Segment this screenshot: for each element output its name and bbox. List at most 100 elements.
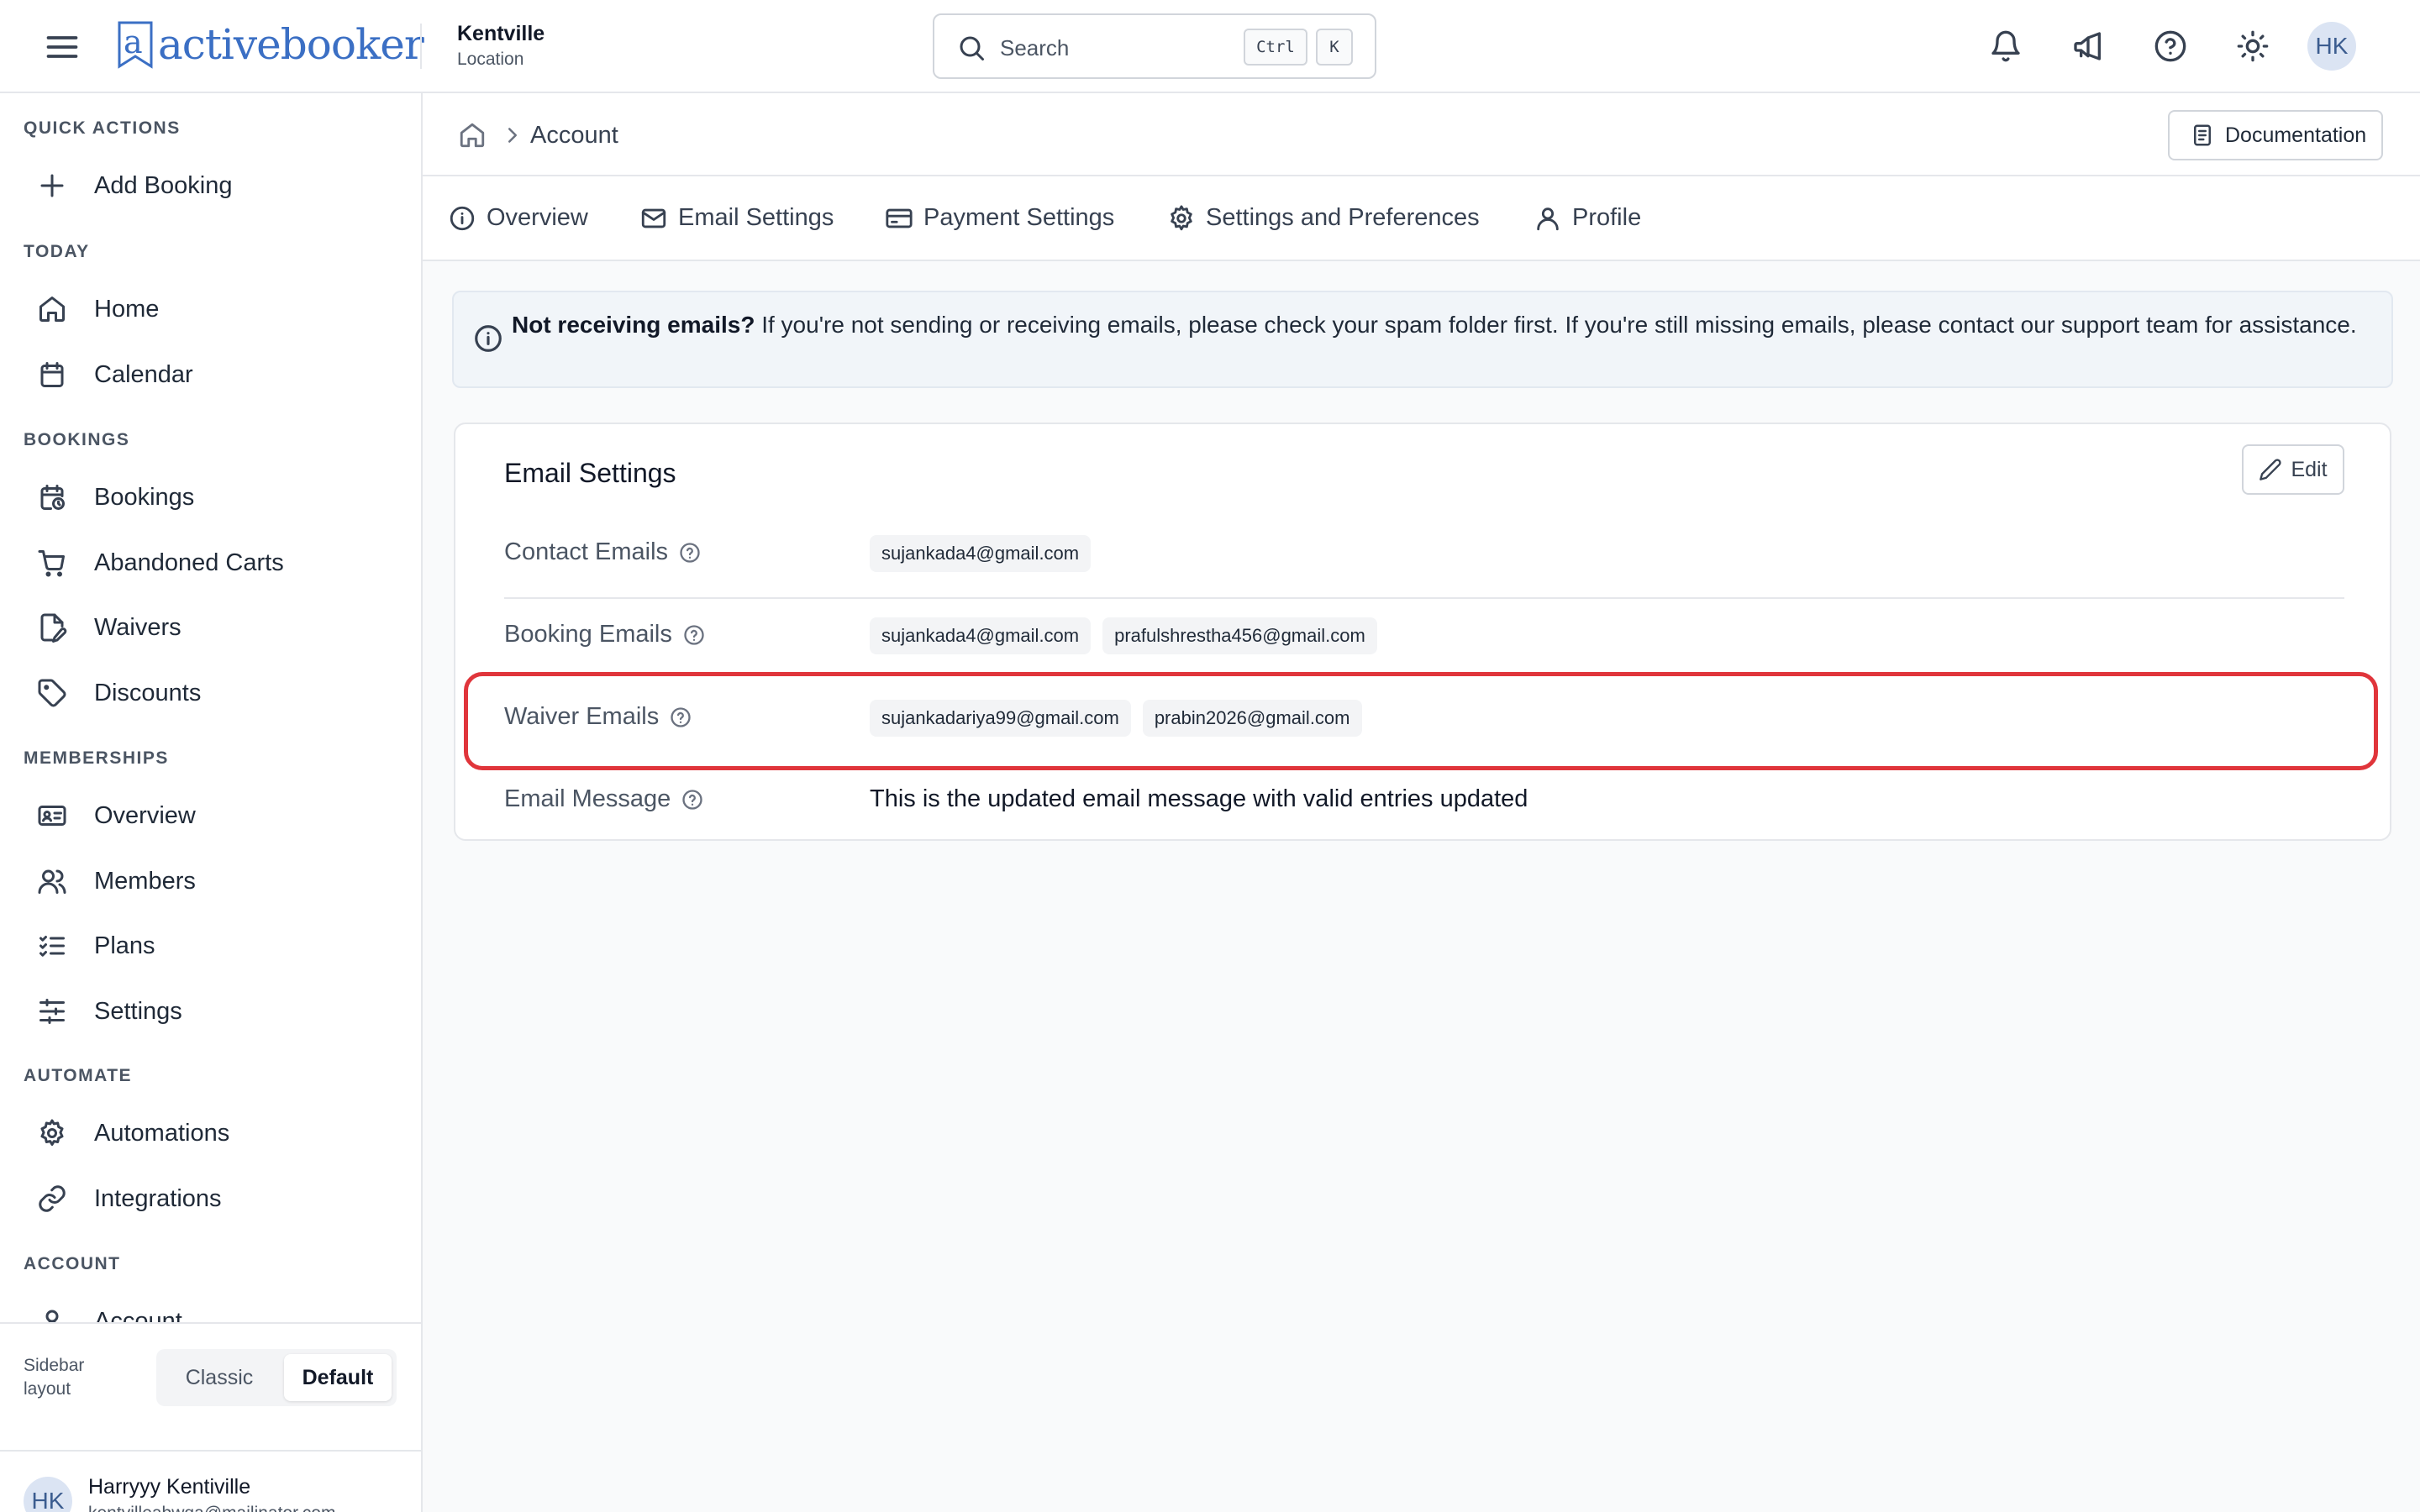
tab-label: Profile: [1572, 204, 1642, 231]
sidebar-item-label: Plans: [94, 932, 155, 959]
kbd-k: K: [1316, 29, 1353, 66]
sidebar-item-bookings[interactable]: Bookings: [24, 471, 402, 523]
edit-label: Edit: [2291, 457, 2328, 481]
calendar-clock-icon: [37, 480, 81, 514]
contact-emails-label: Contact Emails: [504, 538, 669, 565]
user-icon: [1534, 204, 1562, 233]
tab-email-settings[interactable]: Email Settings: [639, 176, 834, 260]
user-avatar[interactable]: HK: [24, 1477, 72, 1512]
location-subtitle: Location: [457, 50, 524, 69]
logo-text: activebooker: [158, 20, 424, 69]
top-bar: a activebooker Kentville Location Search…: [0, 0, 2420, 93]
sidebar-footer: Sidebar layout Classic Default HK Harryy…: [0, 1322, 421, 1512]
tab-label: Email Settings: [678, 204, 834, 231]
megaphone-icon[interactable]: [2067, 25, 2109, 67]
user-name: Harryyy Kentiville: [88, 1475, 251, 1499]
info-banner-body: If you're not sending or receiving email…: [755, 312, 2357, 338]
sidebar-item-label: Discounts: [94, 679, 202, 706]
help-icon[interactable]: [681, 788, 704, 811]
logo[interactable]: a activebooker: [113, 13, 424, 76]
location-name: Kentville: [457, 22, 545, 45]
tab-overview[interactable]: Overview: [448, 176, 588, 260]
tab-label: Overview: [487, 204, 588, 231]
documentation-button[interactable]: Documentation: [2168, 110, 2383, 160]
sidebar-item-overview[interactable]: Overview: [24, 790, 402, 842]
section-quick-actions: QUICK ACTIONS: [24, 118, 181, 138]
waiver-emails-label: Waiver Emails: [504, 703, 660, 730]
email-message-label: Email Message: [504, 785, 671, 812]
divider: [0, 1450, 421, 1452]
help-icon[interactable]: [682, 623, 706, 647]
documentation-label: Documentation: [2225, 123, 2367, 147]
link-icon: [37, 1182, 81, 1215]
layout-classic-button[interactable]: Classic: [165, 1354, 274, 1401]
logo-mark-icon: a: [118, 21, 153, 69]
sidebar-item-label: Automations: [94, 1119, 230, 1147]
tab-settings-preferences[interactable]: Settings and Preferences: [1167, 176, 1480, 260]
sidebar-item-calendar[interactable]: Calendar: [24, 349, 402, 401]
sidebar-item-discounts[interactable]: Discounts: [24, 667, 402, 719]
email-chip: sujankadariya99@gmail.com: [870, 700, 1131, 737]
sidebar-item-waivers[interactable]: Waivers: [24, 601, 402, 654]
main-content: Account Documentation Overview Email Set…: [423, 93, 2420, 1512]
sidebar-item-label: Waivers: [94, 613, 182, 641]
sidebar-item-label: Settings: [94, 997, 182, 1025]
help-icon[interactable]: [2149, 25, 2191, 67]
search-bar[interactable]: Search Ctrl K: [933, 13, 1376, 79]
email-chip-list: sujankada4@gmail.com: [870, 535, 1092, 572]
sidebar-item-automations[interactable]: Automations: [24, 1107, 402, 1159]
sidebar-item-members[interactable]: Members: [24, 855, 402, 907]
gear-icon: [37, 1116, 81, 1150]
breadcrumb: Account Documentation: [423, 93, 2420, 176]
info-icon: [472, 323, 504, 354]
sidebar-item-settings[interactable]: Settings: [24, 985, 402, 1037]
location-switcher[interactable]: Kentville Location: [457, 22, 544, 70]
users-icon: [37, 864, 81, 898]
row-label: Booking Emails: [504, 621, 706, 648]
info-banner-title: Not receiving emails?: [512, 312, 755, 338]
sidebar-layout-label-line1: Sidebar: [24, 1356, 85, 1375]
edit-button[interactable]: Edit: [2242, 444, 2344, 495]
logo-divider: [420, 24, 422, 69]
email-settings-card: Email Settings Edit Contact Emails sujan…: [454, 423, 2391, 841]
tag-icon: [37, 676, 81, 710]
breadcrumb-current: Account: [530, 122, 618, 149]
booking-emails-row: Booking Emails sujankada4@gmail.com praf…: [504, 597, 2344, 680]
email-chip: sujankada4@gmail.com: [870, 535, 1092, 572]
sidebar-item-label: Home: [94, 295, 160, 323]
sidebar-item-label: Members: [94, 867, 196, 895]
user-email: kentvilleabwqa@mailinator.com: [88, 1504, 335, 1512]
tab-payment-settings[interactable]: Payment Settings: [885, 176, 1114, 260]
sidebar-item-home[interactable]: Home: [24, 283, 402, 335]
sun-icon[interactable]: [2232, 25, 2274, 67]
waiver-emails-row: Waiver Emails sujankadariya99@gmail.com …: [504, 680, 2344, 762]
sidebar-item-integrations[interactable]: Integrations: [24, 1173, 402, 1225]
search-placeholder: Search: [1000, 35, 1070, 60]
bell-icon[interactable]: [1985, 25, 2027, 67]
gear-icon: [1167, 204, 1196, 233]
tab-label: Settings and Preferences: [1206, 204, 1480, 231]
chevron-right-icon: [500, 123, 525, 148]
tab-profile[interactable]: Profile: [1534, 176, 1641, 260]
sidebar-item-add-booking[interactable]: Add Booking: [24, 160, 402, 212]
user-avatar-top[interactable]: HK: [2307, 22, 2356, 71]
help-icon[interactable]: [678, 541, 702, 564]
sidebar-layout-label: Sidebar layout: [24, 1354, 84, 1401]
email-message-row: Email Message This is the updated email …: [504, 762, 2344, 844]
sidebar-item-label: Add Booking: [94, 171, 233, 199]
sidebar-item-plans[interactable]: Plans: [24, 920, 402, 972]
info-banner: Not receiving emails? If you're not send…: [452, 291, 2393, 388]
sidebar-item-abandoned-carts[interactable]: Abandoned Carts: [24, 537, 402, 589]
help-icon[interactable]: [669, 706, 692, 729]
sliders-icon: [37, 995, 81, 1028]
section-today: TODAY: [24, 242, 90, 261]
home-icon[interactable]: [458, 121, 487, 150]
layout-default-button[interactable]: Default: [284, 1354, 392, 1401]
svg-text:a: a: [124, 24, 143, 60]
sidebar-item-label: Overview: [94, 801, 196, 829]
menu-icon[interactable]: [44, 29, 81, 66]
card-title: Email Settings: [504, 458, 676, 488]
contact-emails-row: Contact Emails sujankada4@gmail.com: [504, 515, 2344, 597]
section-memberships: MEMBERSHIPS: [24, 748, 169, 768]
plus-icon: [37, 169, 81, 202]
